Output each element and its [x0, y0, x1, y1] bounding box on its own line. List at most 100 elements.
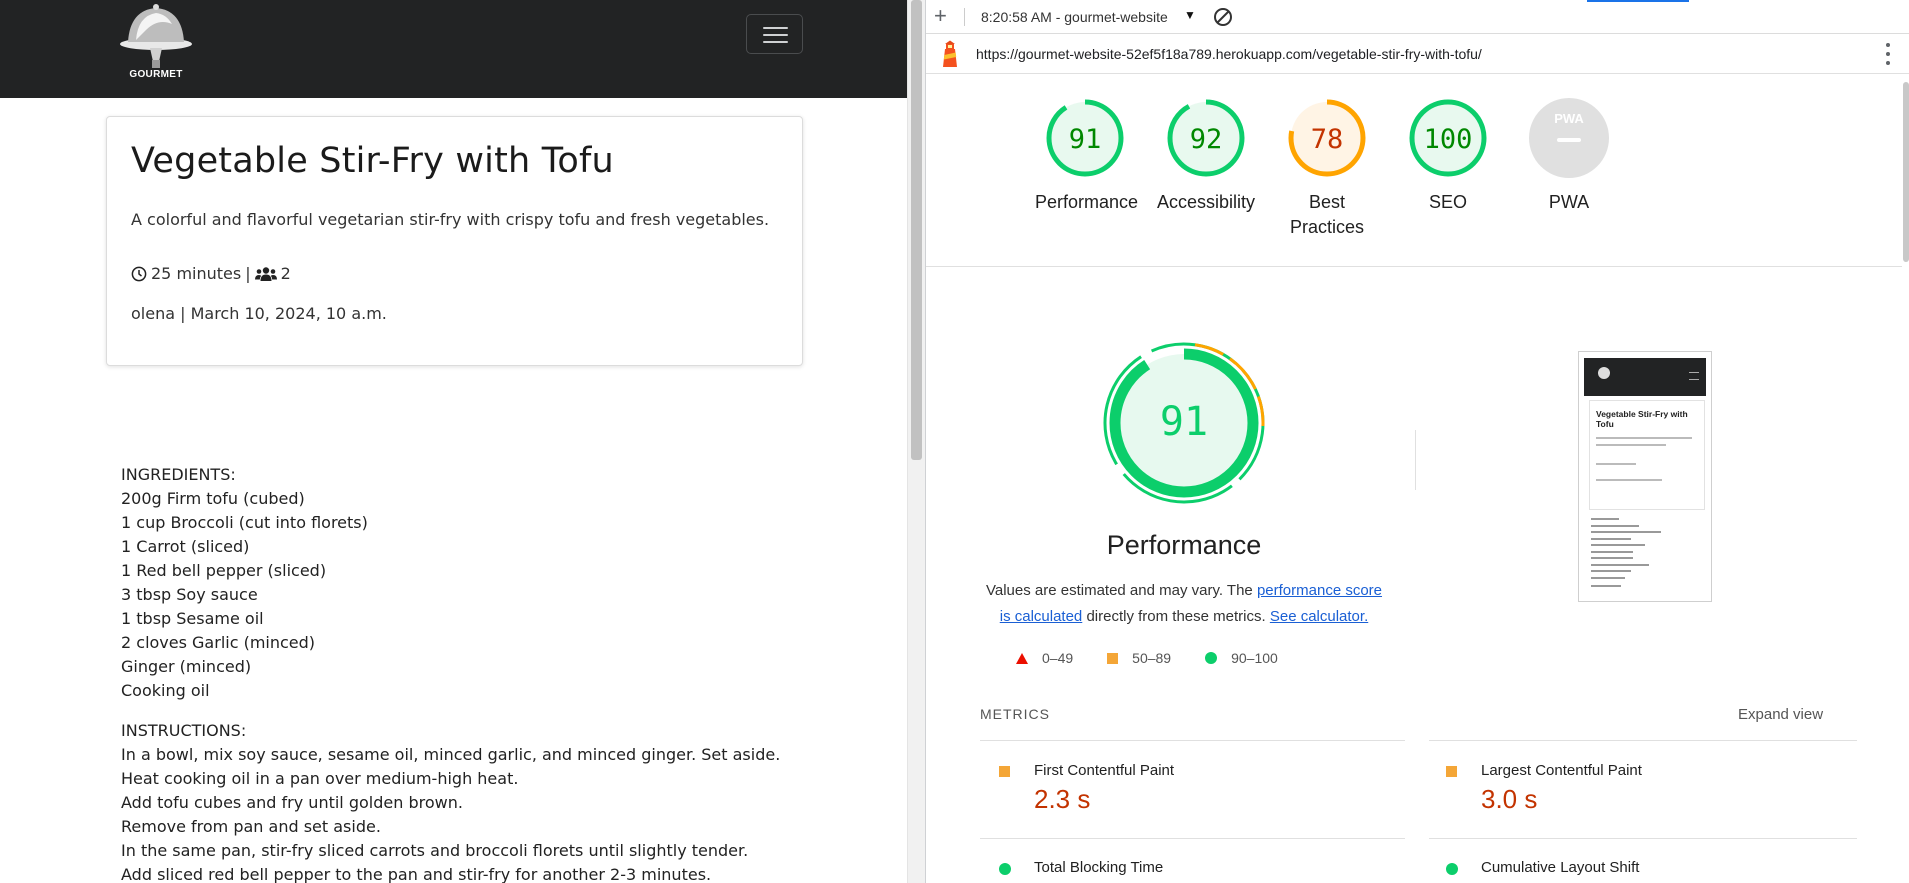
- legend-range: 50–89: [1132, 650, 1172, 666]
- gauge-best-practices[interactable]: 78 Best Practices: [1277, 96, 1377, 240]
- svg-text:PWA: PWA: [1554, 111, 1584, 126]
- instruction-step: Remove from pan and set aside.: [121, 817, 381, 836]
- score-value: 91: [1069, 124, 1102, 155]
- metric-name: Cumulative Layout Shift: [1481, 859, 1640, 876]
- gauge-label: SEO: [1428, 192, 1467, 212]
- gauge-accessibility[interactable]: 92 Accessibility: [1156, 96, 1256, 215]
- active-tab-indicator: [1587, 0, 1689, 2]
- navbar-toggle-button[interactable]: [746, 14, 803, 54]
- note-prefix: Values are estimated and may vary. The: [985, 582, 1253, 599]
- metric-value: 3.0 s: [1481, 784, 1538, 814]
- report-url-bar: https://gourmet-website-52ef5f18a789.her…: [926, 34, 1909, 74]
- ingredient-item: 1 Red bell pepper (sliced): [121, 561, 327, 580]
- website-scrollbar[interactable]: [907, 0, 925, 883]
- thumbnail-title: Vegetable Stir-Fry with Tofu: [1596, 409, 1688, 429]
- lighthouse-icon: [943, 40, 957, 67]
- users-icon: [254, 266, 277, 281]
- pass-circle-icon: [1446, 863, 1458, 875]
- more-options-icon[interactable]: [1885, 43, 1891, 65]
- score-ring: 78: [1288, 99, 1366, 177]
- thumbnail-text-line: [1596, 437, 1692, 439]
- pwa-badge-icon: PWA: [1529, 98, 1609, 178]
- thumbnail-text-line: [1596, 463, 1636, 465]
- instruction-step: In the same pan, stir-fry sliced carrots…: [121, 841, 749, 860]
- legend-average: 50–89: [1107, 650, 1171, 666]
- average-square-icon: [1446, 766, 1457, 777]
- triangle-icon: [1016, 652, 1028, 664]
- prep-time: 25 minutes: [151, 264, 242, 283]
- legend-pass: 90–100: [1205, 650, 1278, 666]
- performance-score-large: 91: [1160, 399, 1208, 445]
- gauge-pwa[interactable]: PWA PWA: [1519, 96, 1619, 215]
- circle-icon: [1205, 652, 1218, 664]
- website-scrollbar-thumb[interactable]: [911, 0, 922, 460]
- logo-text: GOURMET: [129, 69, 183, 80]
- recipe-title: Vegetable Stir-Fry with Tofu: [131, 141, 614, 181]
- see-calculator-link[interactable]: See calculator.: [1270, 608, 1368, 625]
- ingredient-item: Cooking oil: [121, 681, 210, 700]
- recipe-card: Vegetable Stir-Fry with Tofu A colorful …: [106, 116, 803, 366]
- expand-view-toggle[interactable]: Expand view: [1738, 706, 1823, 723]
- instruction-step: Add tofu cubes and fry until golden brow…: [121, 793, 463, 812]
- report-scrollbar[interactable]: [1902, 74, 1909, 883]
- website-viewport: GOURMET Vegetable Stir-Fry with Tofu A c…: [0, 0, 907, 883]
- ingredient-item: 3 tbsp Soy sauce: [121, 585, 258, 604]
- hamburger-line: [763, 34, 788, 36]
- score-legend: 0–49 50–89 90–100: [1016, 650, 1278, 666]
- thumbnail-ingredients: [1591, 518, 1661, 591]
- metric-row-divider: [980, 838, 1405, 839]
- note-middle: directly from these metrics.: [1086, 608, 1266, 625]
- report-select[interactable]: 8:20:58 AM - gourmet-website: [981, 9, 1168, 25]
- lighthouse-toolbar: + 8:20:58 AM - gourmet-website ▼: [926, 0, 1909, 34]
- clock-icon: [131, 266, 147, 281]
- instruction-step: Heat cooking oil in a pan over medium-hi…: [121, 769, 519, 788]
- gauge-label: Accessibility: [1156, 192, 1256, 212]
- metric-name: First Contentful Paint: [1034, 762, 1175, 779]
- clear-all-icon[interactable]: [1213, 7, 1233, 27]
- metrics-heading: METRICS: [980, 706, 1050, 722]
- gauge-seo[interactable]: 100 SEO: [1398, 96, 1498, 215]
- final-screenshot-thumbnail[interactable]: Vegetable Stir-Fry with Tofu: [1578, 351, 1712, 602]
- instruction-step: Add sliced red bell pepper to the pan an…: [121, 865, 712, 883]
- ingredients-heading: INGREDIENTS:: [121, 465, 236, 484]
- report-url[interactable]: https://gourmet-website-52ef5f18a789.her…: [976, 46, 1482, 62]
- thumbnail-menu-icon: [1689, 372, 1699, 380]
- performance-gauge-large[interactable]: 91: [1099, 338, 1269, 508]
- instructions-section: INSTRUCTIONS: In a bowl, mix soy sauce, …: [121, 719, 780, 883]
- thumbnail-text-line: [1596, 479, 1662, 481]
- servings: 2: [280, 264, 291, 283]
- recipe-author-date: olena | March 10, 2024, 10 a.m.: [131, 304, 387, 323]
- toolbar-separator: [964, 8, 965, 26]
- gauge-performance[interactable]: 91 Performance: [1035, 96, 1139, 215]
- score-ring: 100: [1409, 99, 1487, 177]
- lighthouse-panel: + 8:20:58 AM - gourmet-website ▼ https:/…: [925, 0, 1909, 883]
- ingredient-item: 200g Firm tofu (cubed): [121, 489, 305, 508]
- ingredient-item: 1 tbsp Sesame oil: [121, 609, 264, 628]
- square-icon: [1107, 652, 1119, 664]
- performance-note: Values are estimated and may vary. The p…: [984, 578, 1384, 630]
- thumbnail-logo-icon: [1598, 367, 1610, 379]
- report-scrollbar-thumb[interactable]: [1903, 82, 1909, 262]
- vertical-divider: [1415, 430, 1416, 490]
- header-divider: [926, 266, 1902, 267]
- score-ring: 91: [1046, 99, 1124, 177]
- instruction-step: In a bowl, mix soy sauce, sesame oil, mi…: [121, 745, 781, 764]
- average-square-icon: [999, 766, 1010, 777]
- thumbnail-navbar: [1584, 358, 1706, 396]
- recipe-meta: 25 minutes | 2: [131, 264, 291, 283]
- legend-fail: 0–49: [1016, 650, 1073, 666]
- legend-range: 0–49: [1042, 650, 1074, 666]
- gauge-label: Performance: [1035, 192, 1139, 212]
- performance-title: Performance: [1106, 530, 1262, 560]
- caret-down-icon[interactable]: ▼: [1184, 8, 1196, 22]
- recipe-description: A colorful and flavorful vegetarian stir…: [131, 210, 770, 229]
- score-value: 92: [1190, 124, 1223, 155]
- pass-circle-icon: [999, 863, 1011, 875]
- gauge-label: PWA: [1548, 192, 1590, 212]
- meta-separator: |: [245, 264, 251, 283]
- add-report-icon[interactable]: +: [934, 5, 947, 27]
- ingredient-item: Ginger (minced): [121, 657, 252, 676]
- score-ring: 92: [1167, 99, 1245, 177]
- ingredients-list: 200g Firm tofu (cubed) 1 cup Broccoli (cu…: [121, 487, 368, 703]
- ingredient-item: 1 Carrot (sliced): [121, 537, 250, 556]
